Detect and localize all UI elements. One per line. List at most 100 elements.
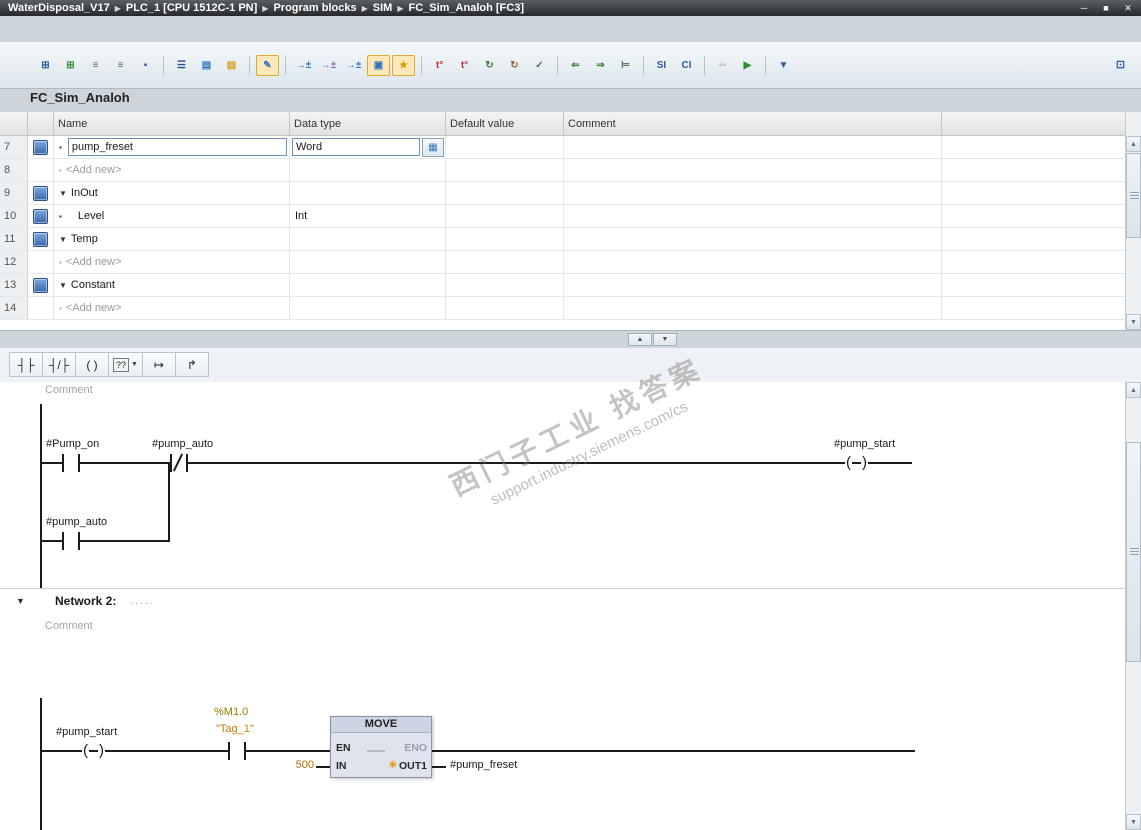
reset-start-values-icon[interactable]: ≡ [84,55,107,76]
move-out-target[interactable]: #pump_freset [450,759,517,771]
row-default-value-cell[interactable] [446,228,564,250]
collapse-all-networks-icon[interactable]: ▤ [220,55,243,76]
section-expander-icon[interactable]: ▼ [59,189,67,198]
collapse-down-button[interactable]: ▼ [653,333,677,346]
table-row[interactable]: 9 ▼ InOut [0,182,1125,205]
row-name-cell[interactable]: ▪ <Add new> [54,251,290,273]
coil-icon[interactable]: ( ) [75,352,109,377]
expand-all-networks-icon[interactable]: ▤ [195,55,218,76]
table-scrollbar-thumb[interactable] [1126,153,1141,238]
row-datatype-cell[interactable] [290,159,446,181]
insert-network-icon[interactable]: →± [292,55,315,76]
n1-nc-contact-icon[interactable] [186,454,188,472]
row-datatype-cell[interactable]: Word ▦ [290,136,446,158]
n1-comment-placeholder[interactable]: Comment [45,384,93,396]
split-editor-icon[interactable]: ⊡ [1110,55,1131,74]
favorites-toggle-icon[interactable]: ★ [392,54,415,76]
insert-empty-box-icon[interactable]: →± [317,55,340,76]
row-comment-cell[interactable] [564,136,942,158]
row-name-cell[interactable]: ▼ Temp [54,228,290,250]
compile-block-icon[interactable]: ✓ [528,55,551,76]
section-expander-icon[interactable]: ▼ [59,281,67,290]
datatype-edit-field[interactable]: Word [292,138,420,156]
move-box[interactable]: MOVE EN ENO IN ✳ OUT1 [330,716,432,778]
goto-next-error-icon[interactable]: ⇒ [589,55,612,76]
n1-nc-contact-icon[interactable] [170,454,172,472]
n1-contact1-icon[interactable] [78,454,80,472]
insert-row-icon[interactable]: ⊞ [34,55,57,76]
header-comment[interactable]: Comment [564,112,942,135]
lad-layout-toggle-icon[interactable]: ▣ [367,54,390,76]
network-collapse-icon[interactable]: ▼ [16,596,46,606]
n2-contact-icon[interactable] [244,742,246,760]
variable-name[interactable]: Level [78,210,104,222]
minimize-button[interactable]: ─ [1075,2,1093,15]
row-comment-cell[interactable] [564,297,942,319]
move-in-value[interactable]: 500 [288,759,314,771]
goto-previous-error-icon[interactable]: ⇐ [564,55,587,76]
table-row[interactable]: 13 ▼ Constant [0,274,1125,297]
start-simulation-icon[interactable]: ▶ [736,55,759,76]
update-interface-icon[interactable]: ≡ [109,55,132,76]
n1-branch-contact-label[interactable]: #pump_auto [46,516,107,528]
table-row[interactable]: 14 ▪ <Add new> [0,297,1125,320]
row-name-cell[interactable]: ▼ Constant [54,274,290,296]
out1-pin[interactable]: OUT1 [399,760,427,772]
n2-element1-icon[interactable]: ) [98,742,105,760]
n2-contact-icon[interactable] [228,742,230,760]
sync-interface-icon[interactable]: ↻ [478,55,501,76]
no-contact-icon[interactable]: ┤├ [9,352,43,377]
n2-comment-placeholder[interactable]: Comment [45,620,93,632]
row-comment-cell[interactable] [564,182,942,204]
row-datatype-cell[interactable] [290,297,446,319]
row-name-cell[interactable]: ▪ <Add new> [54,297,290,319]
row-name-cell[interactable]: ▪ Level [54,205,290,227]
table-scrollbar[interactable]: ▲ ▼ [1125,112,1141,330]
n1-contact2-label[interactable]: #pump_auto [152,438,213,450]
add-row-icon[interactable]: ⊞ [59,55,82,76]
row-default-value-cell[interactable] [446,159,564,181]
empty-box-icon[interactable]: ?? ▼ [108,352,143,377]
n2-element1-label[interactable]: #pump_start [56,726,117,738]
n1-branch-contact-icon[interactable] [62,532,64,550]
row-default-value-cell[interactable] [446,182,564,204]
monitoring-toggle-icon[interactable]: SI [650,55,673,76]
breakpoints-icon[interactable]: ◦◦ [711,55,734,76]
row-default-value-cell[interactable] [446,297,564,319]
n2-element1-icon[interactable]: ( [82,742,89,760]
row-default-value-cell[interactable] [446,136,564,158]
row-name-cell[interactable]: ▼ InOut [54,182,290,204]
row-datatype-cell[interactable]: Int [290,205,446,227]
table-row[interactable]: 11 ▼ Temp [0,228,1125,251]
section-expander-icon[interactable]: ▼ [59,235,67,244]
row-datatype-cell[interactable] [290,182,446,204]
network-comments-icon[interactable]: ✎ [256,54,279,76]
n1-contact1-label[interactable]: #Pump_on [46,438,99,450]
table-row[interactable]: 12 ▪ <Add new> [0,251,1125,274]
goto-definition-icon[interactable]: ⊨ [614,55,637,76]
breadcrumb-item[interactable]: SIM [373,2,393,14]
delete-timestamps-icon[interactable]: t° [428,55,451,76]
row-datatype-cell[interactable] [290,251,446,273]
n1-branch-contact-icon[interactable] [78,532,80,550]
row-datatype-cell[interactable] [290,274,446,296]
header-name[interactable]: Name [54,112,290,135]
row-comment-cell[interactable] [564,228,942,250]
n1-coil-icon[interactable]: ) [861,454,868,472]
datatype-picker-button[interactable]: ▦ [422,137,444,157]
nc-contact-icon[interactable]: ┤/├ [42,352,76,377]
name-edit-field[interactable]: pump_freset [67,138,287,156]
close-branch-icon[interactable]: ↱ [174,352,209,377]
header-data-type[interactable]: Data type [290,112,446,135]
row-comment-cell[interactable] [564,274,942,296]
scroll-down-icon[interactable]: ▼ [1126,314,1141,330]
row-comment-cell[interactable] [564,205,942,227]
n2-contact-address[interactable]: %M1.0 [214,706,248,718]
update-block-calls-icon[interactable]: t° [453,55,476,76]
absolute-symbolic-operands-icon[interactable]: ☰ [170,55,193,76]
split-handle[interactable]: ▲ ▼ [0,330,1141,350]
open-branch-icon[interactable]: ↦ [141,352,176,377]
close-button[interactable]: ✕ [1119,2,1137,15]
breadcrumb-item[interactable]: WaterDisposal_V17 [8,2,110,14]
call-environment-icon[interactable]: CI [675,55,698,76]
